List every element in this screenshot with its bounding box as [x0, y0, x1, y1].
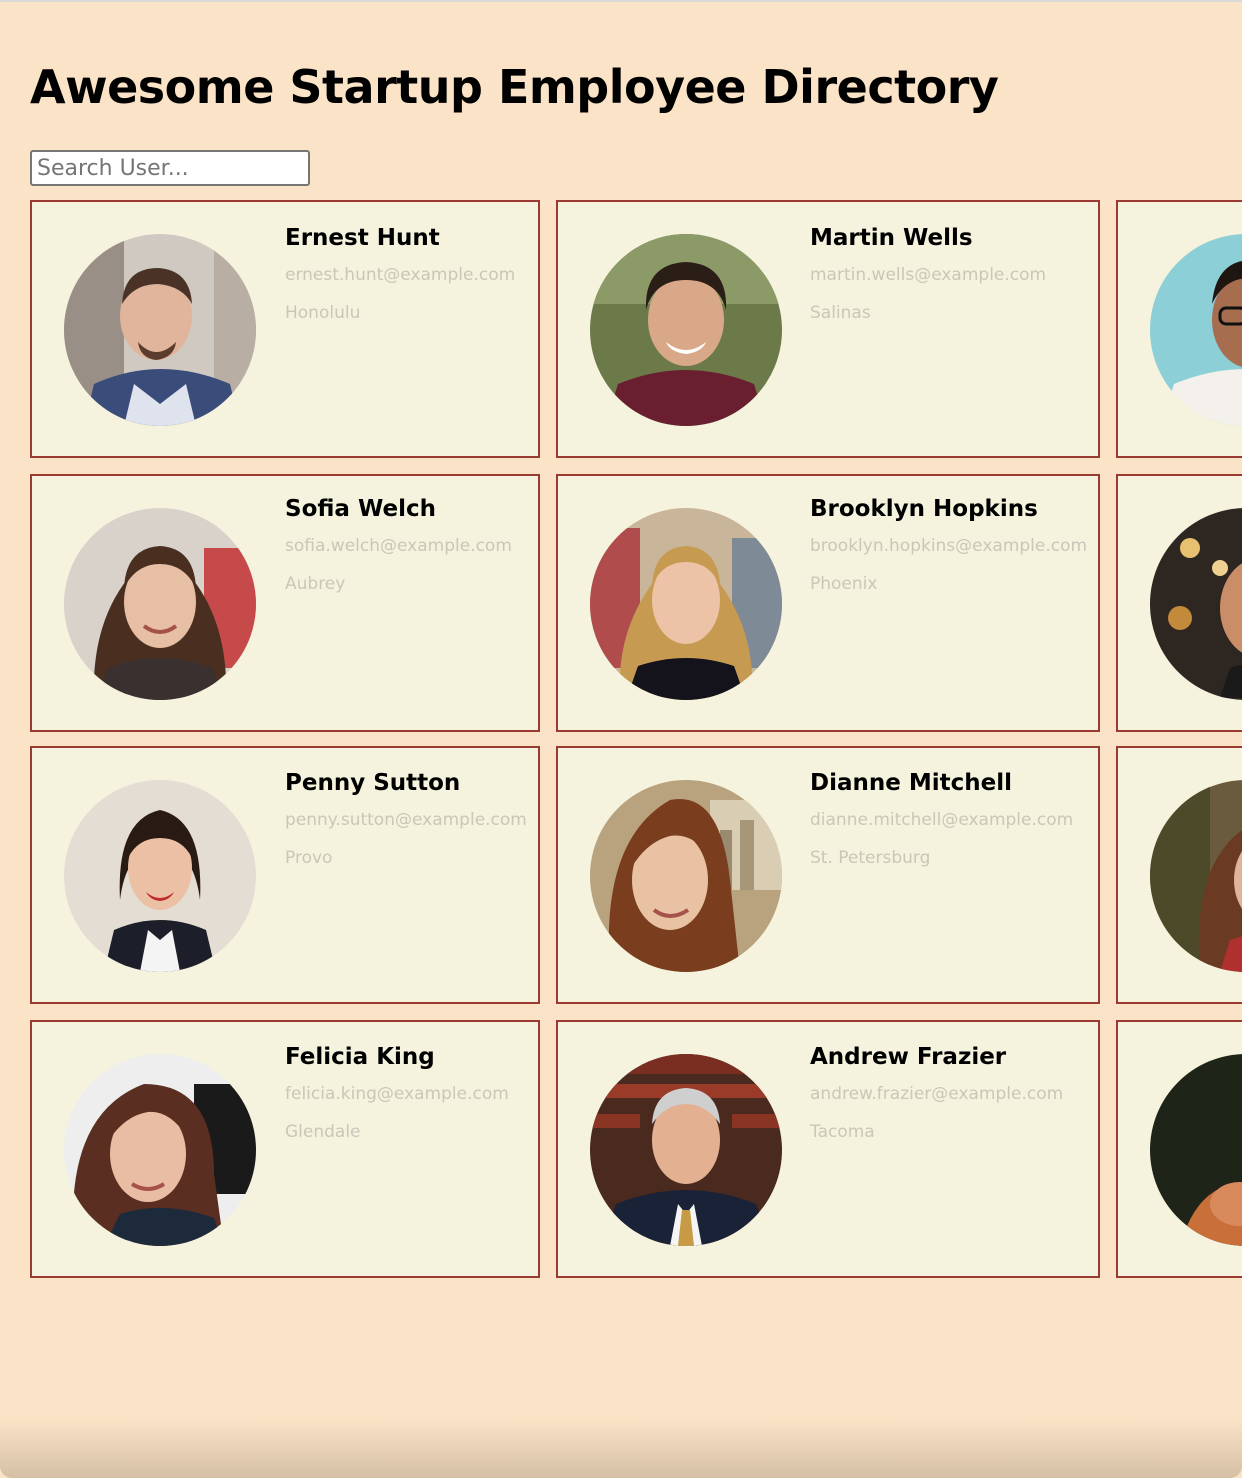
avatar — [64, 234, 256, 426]
avatar — [64, 780, 256, 972]
avatar — [590, 780, 782, 972]
avatar — [1150, 780, 1242, 972]
avatar — [1150, 508, 1242, 700]
employee-email: felicia.king@example.com — [285, 1084, 509, 1104]
avatar — [64, 1054, 256, 1246]
employee-card[interactable] — [1116, 746, 1242, 1004]
avatar — [64, 508, 256, 700]
employee-email: ernest.hunt@example.com — [285, 265, 516, 285]
employee-name: Martin Wells — [810, 225, 973, 251]
employee-city: Glendale — [285, 1122, 361, 1142]
employee-email: sofia.welch@example.com — [285, 536, 512, 556]
employee-city: Phoenix — [810, 574, 878, 594]
avatar — [1150, 1054, 1242, 1246]
employee-name: Penny Sutton — [285, 770, 461, 796]
avatar — [1150, 234, 1242, 426]
employee-name: Felicia King — [285, 1044, 435, 1070]
search-input[interactable] — [30, 150, 310, 186]
employee-card[interactable]: Andrew Frazier andrew.frazier@example.co… — [556, 1020, 1100, 1278]
employee-email: martin.wells@example.com — [810, 265, 1047, 285]
employee-name: Sofia Welch — [285, 496, 436, 522]
employee-card[interactable] — [1116, 474, 1242, 732]
employee-name: Ernest Hunt — [285, 225, 440, 251]
window-bottom-shadow — [0, 1418, 1242, 1478]
employee-city: Provo — [285, 848, 333, 868]
window-top-edge — [0, 0, 1242, 2]
employee-email: brooklyn.hopkins@example.com — [810, 536, 1088, 556]
employee-city: Aubrey — [285, 574, 346, 594]
avatar — [590, 508, 782, 700]
employee-name: Dianne Mitchell — [810, 770, 1012, 796]
employee-name: Brooklyn Hopkins — [810, 496, 1038, 522]
employee-email: andrew.frazier@example.com — [810, 1084, 1064, 1104]
employee-card[interactable]: Sofia Welch sofia.welch@example.com Aubr… — [30, 474, 540, 732]
employee-card[interactable]: Ernest Hunt ernest.hunt@example.com Hono… — [30, 200, 540, 458]
employee-card[interactable]: Martin Wells martin.wells@example.com Sa… — [556, 200, 1100, 458]
page-title: Awesome Startup Employee Directory — [30, 60, 999, 114]
avatar — [590, 1054, 782, 1246]
employee-name: Andrew Frazier — [810, 1044, 1007, 1070]
employee-card[interactable]: Brooklyn Hopkins brooklyn.hopkins@exampl… — [556, 474, 1100, 732]
employee-city: St. Petersburg — [810, 848, 931, 868]
employee-email: penny.sutton@example.com — [285, 810, 527, 830]
employee-card[interactable]: Felicia King felicia.king@example.com Gl… — [30, 1020, 540, 1278]
employee-city: Honolulu — [285, 303, 361, 323]
employee-card[interactable]: Penny Sutton penny.sutton@example.com Pr… — [30, 746, 540, 1004]
employee-card[interactable]: Dianne Mitchell dianne.mitchell@example.… — [556, 746, 1100, 1004]
employee-city: Tacoma — [810, 1122, 875, 1142]
employee-city: Salinas — [810, 303, 871, 323]
employee-email: dianne.mitchell@example.com — [810, 810, 1074, 830]
employee-card[interactable] — [1116, 1020, 1242, 1278]
avatar — [590, 234, 782, 426]
employee-card[interactable] — [1116, 200, 1242, 458]
